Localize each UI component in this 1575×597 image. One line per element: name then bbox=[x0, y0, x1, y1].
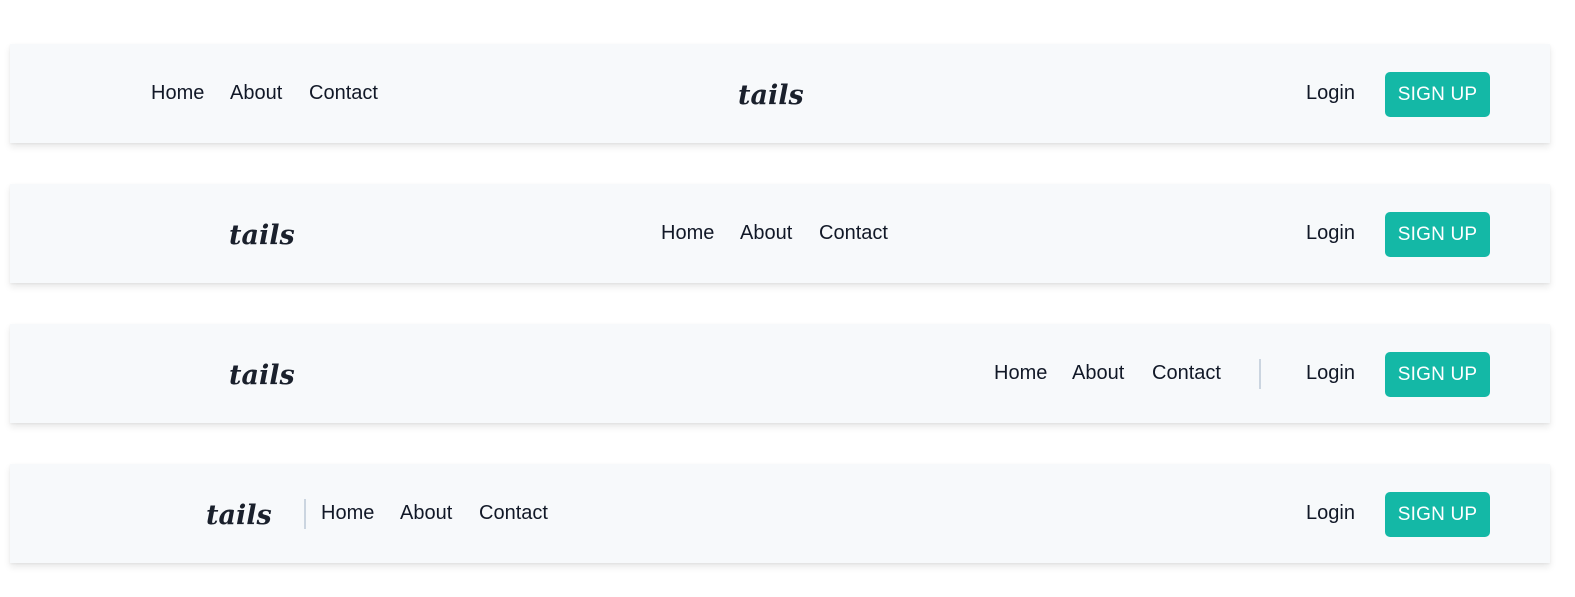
nav-link-about[interactable]: About bbox=[400, 464, 452, 563]
login-link[interactable]: Login bbox=[1306, 324, 1355, 423]
svg-text:tails: tails bbox=[229, 360, 295, 391]
tails-logo[interactable]: tails bbox=[227, 218, 307, 252]
nav-link-about[interactable]: About bbox=[740, 184, 792, 283]
login-link[interactable]: Login bbox=[1306, 44, 1355, 143]
nav-divider bbox=[304, 499, 306, 529]
nav-link-contact[interactable]: Contact bbox=[479, 464, 548, 563]
tails-logo-icon: tails bbox=[229, 220, 295, 251]
navbar-1: Home About Contact tails Login SIGN UP bbox=[10, 44, 1550, 143]
nav-divider bbox=[1259, 359, 1261, 389]
svg-text:tails: tails bbox=[206, 500, 272, 531]
nav-link-home[interactable]: Home bbox=[151, 44, 204, 143]
tails-logo-icon: tails bbox=[738, 80, 804, 111]
nav-link-home[interactable]: Home bbox=[321, 464, 374, 563]
tails-logo-icon: tails bbox=[229, 360, 295, 391]
nav-link-about[interactable]: About bbox=[1072, 324, 1124, 423]
nav-link-home[interactable]: Home bbox=[661, 184, 714, 283]
svg-text:tails: tails bbox=[229, 220, 295, 251]
navbar-4: tails Home About Contact Login SIGN UP bbox=[10, 464, 1550, 563]
nav-link-contact[interactable]: Contact bbox=[1152, 324, 1221, 423]
login-link[interactable]: Login bbox=[1306, 464, 1355, 563]
nav-link-contact[interactable]: Contact bbox=[819, 184, 888, 283]
svg-text:tails: tails bbox=[738, 80, 804, 111]
nav-link-contact[interactable]: Contact bbox=[309, 44, 378, 143]
signup-button[interactable]: SIGN UP bbox=[1385, 212, 1490, 257]
signup-button[interactable]: SIGN UP bbox=[1385, 492, 1490, 537]
signup-button[interactable]: SIGN UP bbox=[1385, 72, 1490, 117]
login-link[interactable]: Login bbox=[1306, 184, 1355, 283]
tails-logo-icon: tails bbox=[206, 500, 272, 531]
tails-logo[interactable]: tails bbox=[736, 78, 816, 112]
nav-link-about[interactable]: About bbox=[230, 44, 282, 143]
tails-logo[interactable]: tails bbox=[204, 498, 284, 532]
nav-link-home[interactable]: Home bbox=[994, 324, 1047, 423]
tails-logo[interactable]: tails bbox=[227, 358, 307, 392]
signup-button[interactable]: SIGN UP bbox=[1385, 352, 1490, 397]
navbar-2: tails Home About Contact Login SIGN UP bbox=[10, 184, 1550, 283]
navbar-3: tails Home About Contact Login SIGN UP bbox=[10, 324, 1550, 423]
